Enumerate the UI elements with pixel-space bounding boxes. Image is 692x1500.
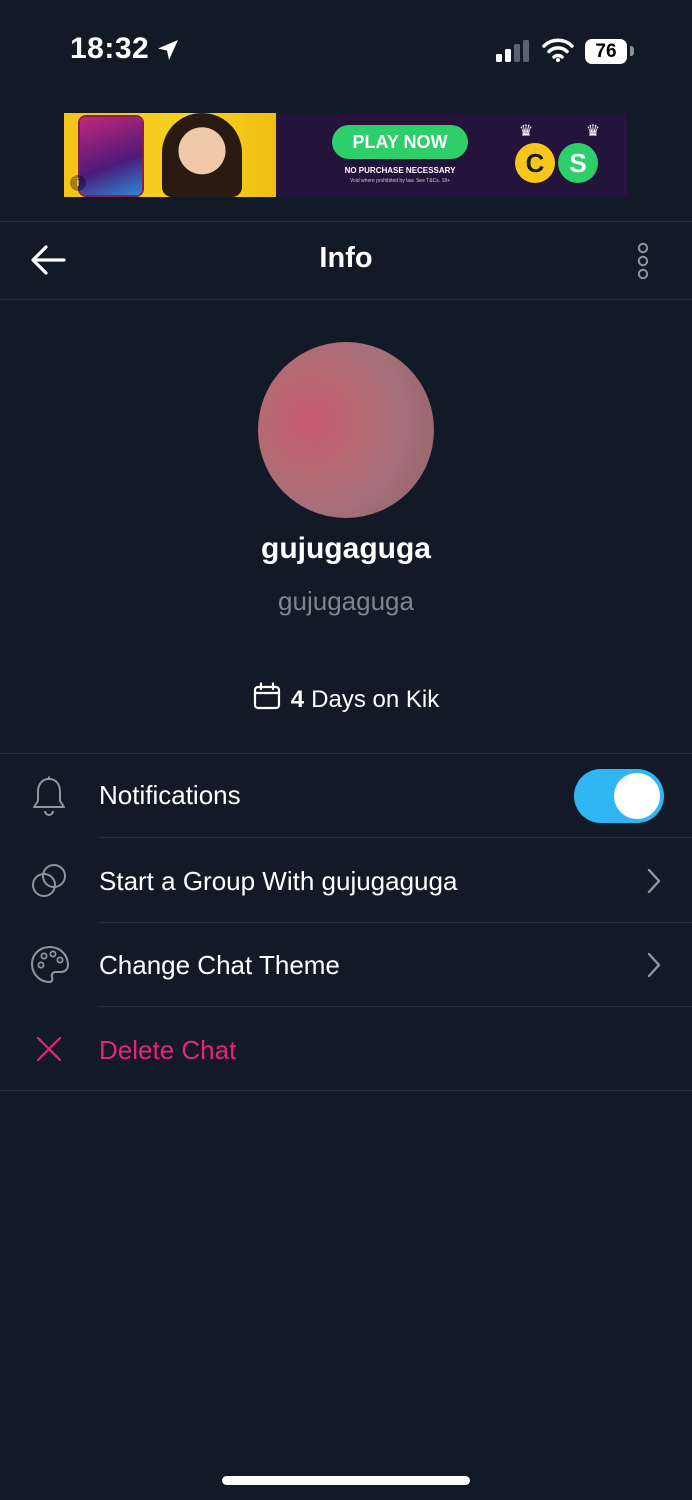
change-chat-theme-row[interactable]: Change Chat Theme (0, 923, 692, 1007)
ad-logo-c: C (515, 143, 555, 183)
ad-fine-print: Void where prohibited by law. See T&Cs. … (349, 178, 451, 184)
start-group-row[interactable]: Start a Group With gujugaguga (0, 838, 692, 922)
divider (0, 1090, 692, 1091)
delete-chat-row[interactable]: Delete Chat (0, 1007, 692, 1091)
bell-icon (30, 776, 68, 821)
group-circles-icon (30, 862, 68, 905)
chevron-right-icon (646, 868, 662, 899)
display-name: gujugaguga (261, 532, 431, 565)
ad-crown-icon: ♛ (585, 123, 601, 140)
close-x-icon (36, 1036, 62, 1067)
notifications-label: Notifications (99, 780, 241, 810)
divider (0, 299, 692, 300)
days-count: 4 (290, 685, 305, 713)
ad-info-icon[interactable]: i (70, 175, 86, 191)
ad-person-image (162, 113, 242, 197)
ad-crown-icon: ♛ (518, 123, 534, 140)
battery-icon: 76 (585, 39, 627, 64)
wifi-icon (542, 38, 574, 67)
page-title: Info (319, 242, 373, 274)
start-group-label: Start a Group With gujugaguga (99, 866, 458, 896)
chevron-right-icon (646, 952, 662, 983)
ad-disclaimer: NO PURCHASE NECESSARY (344, 166, 456, 175)
status-bar: 18:32 76 (0, 0, 692, 100)
ad-play-now-button[interactable]: PLAY NOW (332, 125, 468, 159)
avatar[interactable] (258, 342, 434, 518)
more-vertical-icon[interactable] (634, 242, 652, 285)
calendar-icon (253, 682, 281, 717)
ad-game-thumbnail (80, 117, 142, 195)
cellular-signal-icon (496, 40, 532, 67)
battery-cap (630, 46, 634, 56)
change-chat-theme-label: Change Chat Theme (99, 950, 340, 980)
notifications-toggle[interactable] (574, 769, 664, 823)
days-label: Days on Kik (311, 685, 440, 713)
delete-chat-label: Delete Chat (99, 1035, 237, 1065)
divider (0, 221, 692, 222)
username: gujugaguga (278, 586, 414, 616)
location-arrow-icon (156, 38, 180, 67)
ad-logo-s: S (558, 143, 598, 183)
ad-banner[interactable]: i PLAY NOW NO PURCHASE NECESSARY Void wh… (64, 113, 627, 197)
palette-icon (30, 945, 70, 990)
battery-level: 76 (595, 40, 617, 62)
toggle-knob (614, 773, 660, 819)
days-on-kik: 4 Days on Kik (0, 682, 692, 717)
home-indicator[interactable] (222, 1476, 470, 1485)
status-time: 18:32 (70, 32, 150, 65)
